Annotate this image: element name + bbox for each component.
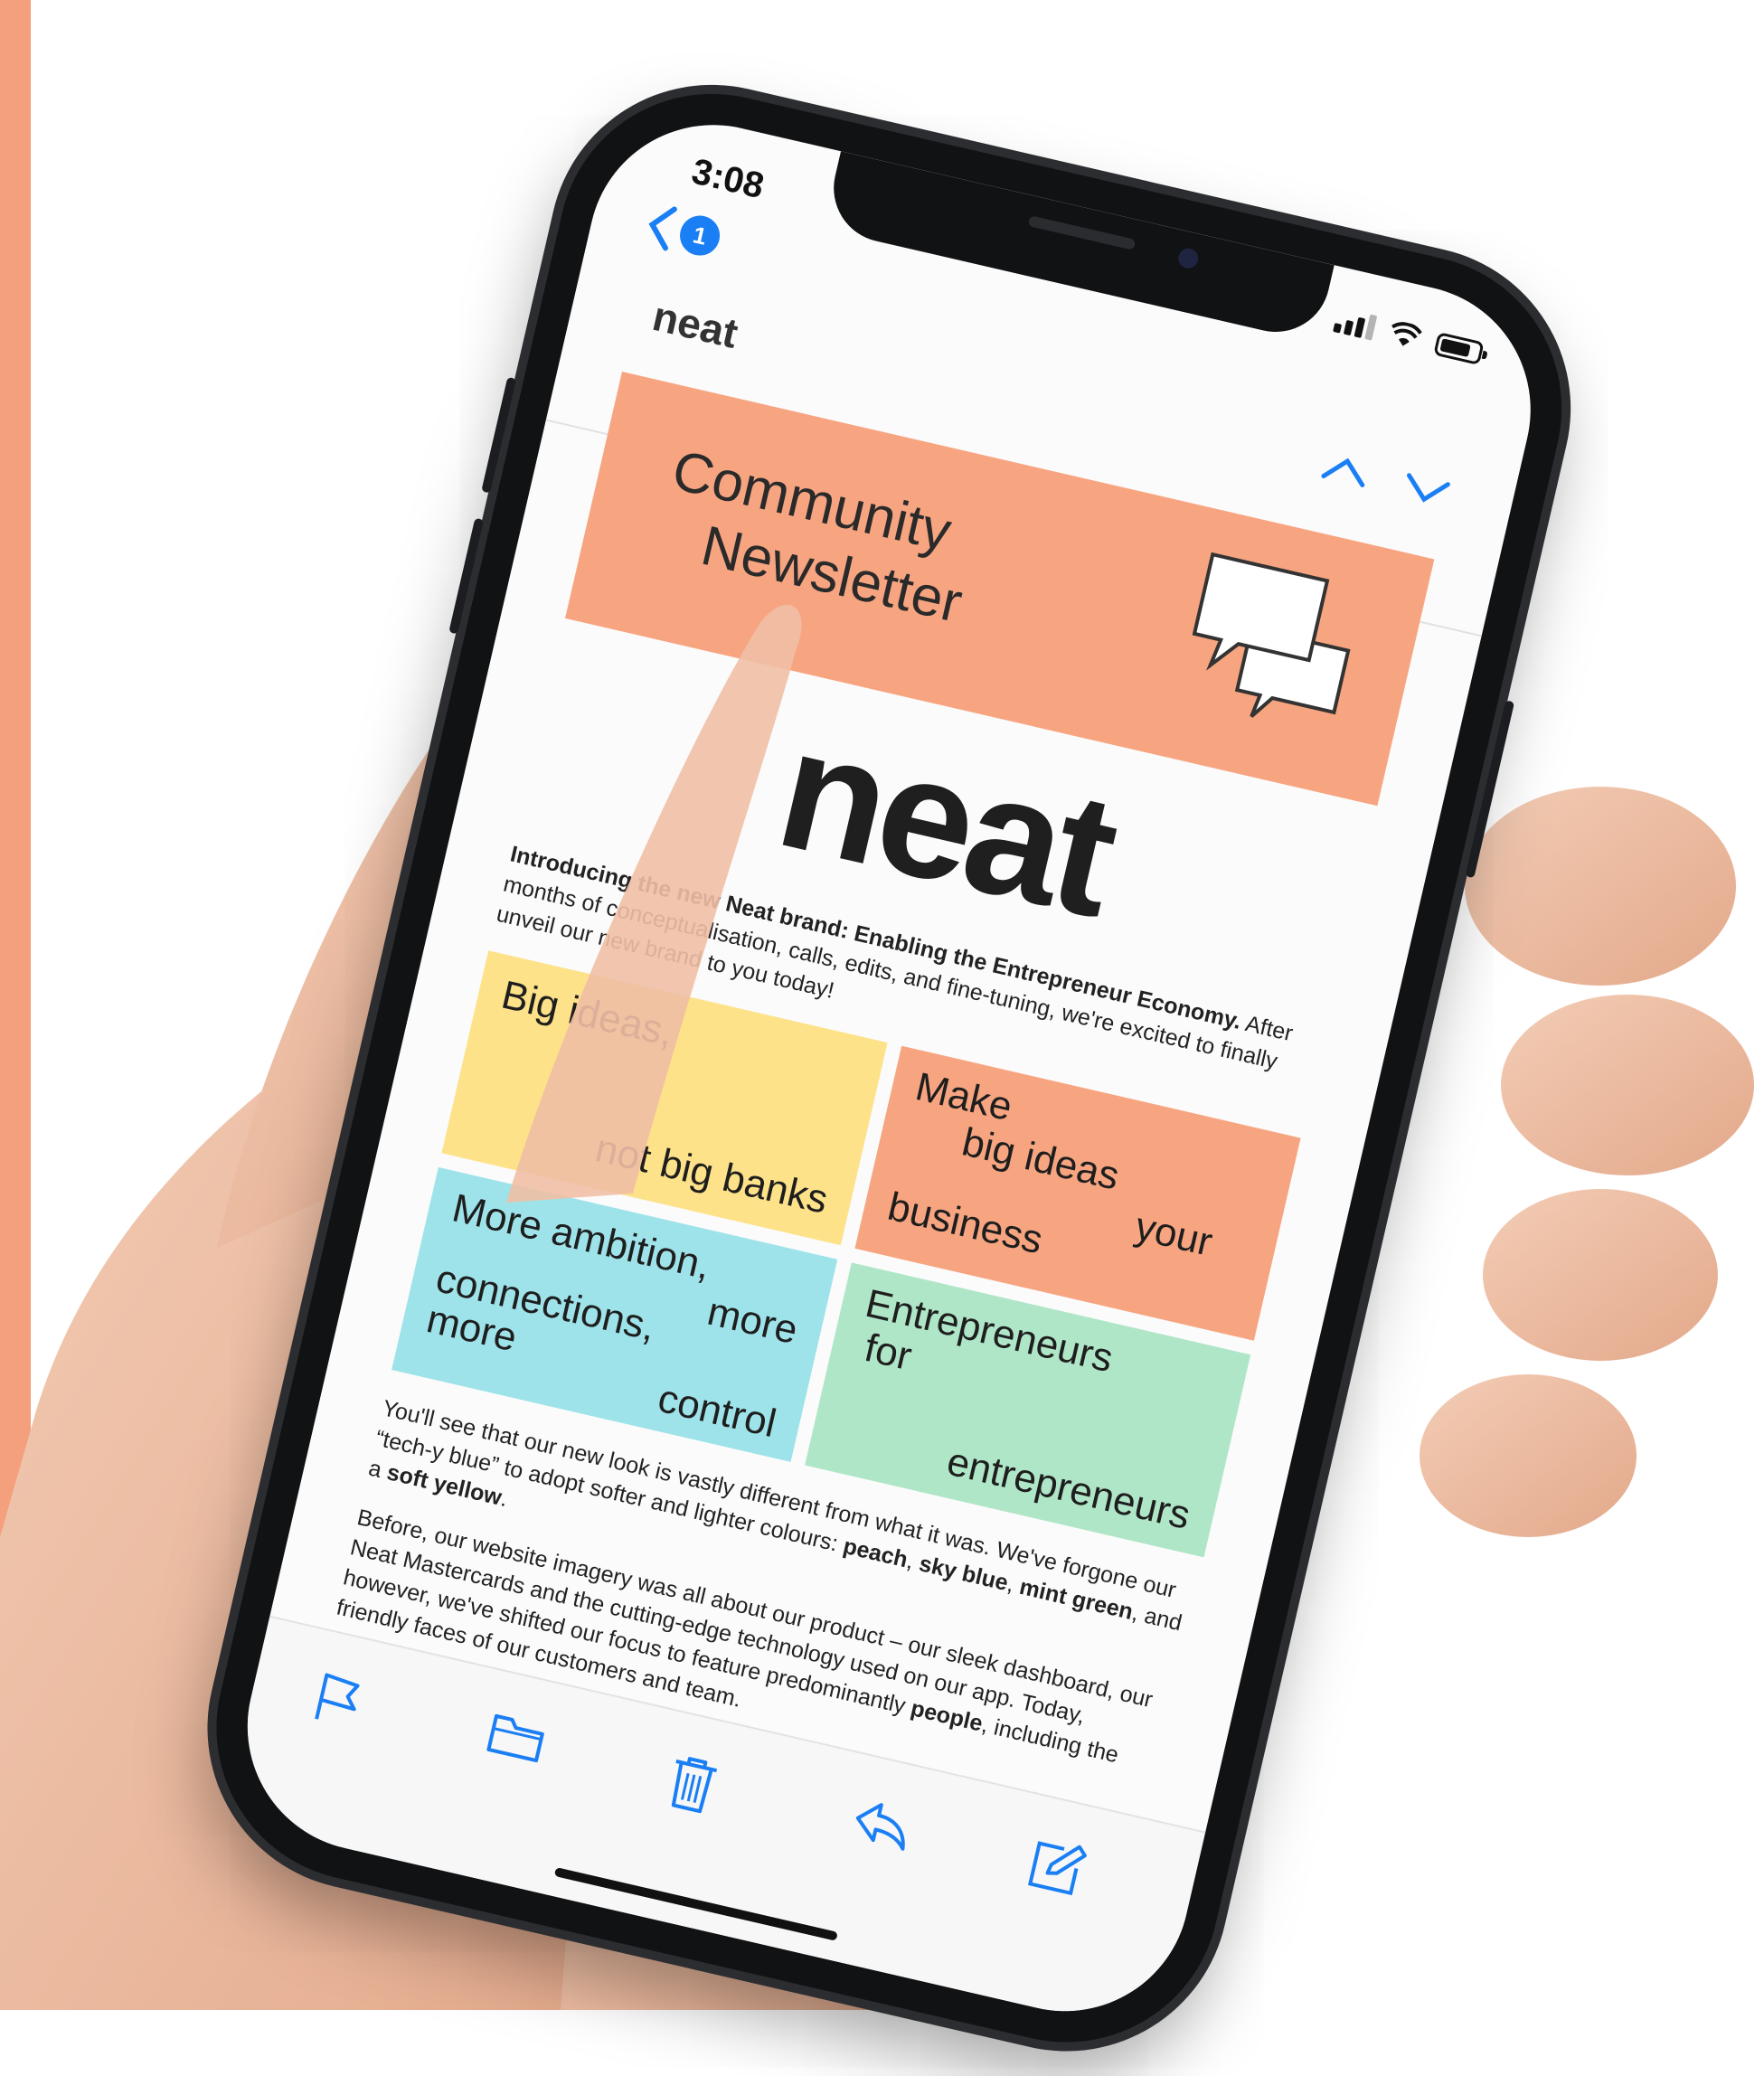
battery-icon [1433, 332, 1485, 366]
message-arrows [1319, 452, 1452, 508]
tile-green-line-3: entrepreneurs [942, 1439, 1194, 1538]
tile-peach-line-1: Make [911, 1064, 1016, 1130]
tile-peach-line-3: your [1130, 1203, 1217, 1265]
back-button[interactable]: 1 [642, 201, 725, 263]
tile-peach-line-2: big ideas [957, 1119, 1124, 1199]
phone: 3:08 1 neat Community Newsletter neat In… [185, 63, 1593, 2073]
accent-bar [0, 0, 31, 2010]
volume-down-button [448, 517, 485, 635]
trash-icon[interactable] [662, 1751, 722, 1817]
sender-name: neat [648, 291, 743, 357]
unread-badge: 1 [675, 212, 724, 260]
volume-up-button [481, 376, 517, 494]
wifi-icon [1391, 322, 1422, 346]
tile-peach-line-4: business [883, 1184, 1047, 1263]
flag-icon[interactable] [311, 1670, 366, 1730]
status-time: 3:08 [688, 151, 768, 207]
speaker [1027, 215, 1137, 250]
banner-title: Community Newsletter [651, 438, 983, 637]
signal-icon [1333, 307, 1378, 341]
status-icons [1333, 307, 1485, 366]
reply-icon[interactable] [849, 1794, 916, 1853]
tile-yellow-line-1: Big ideas, [497, 972, 678, 1055]
tile-green-line-2: for [860, 1325, 916, 1380]
chevron-down-icon[interactable] [1401, 471, 1452, 508]
home-indicator [553, 1867, 838, 1941]
speech-bubbles-icon [1192, 552, 1351, 718]
tile-blue-line-5: control [654, 1375, 780, 1447]
tile-yellow-line-2: not big banks [590, 1126, 833, 1222]
chevron-up-icon[interactable] [1319, 452, 1371, 489]
chevron-left-icon [648, 206, 677, 251]
compose-icon[interactable] [1023, 1835, 1089, 1900]
email-body: Community Newsletter neat Introducing th… [329, 372, 1435, 1828]
phone-screen: 3:08 1 neat Community Newsletter neat In… [222, 99, 1556, 2036]
tile-blue-line-2: more [703, 1288, 802, 1354]
folder-icon[interactable] [484, 1710, 549, 1767]
power-button [1465, 700, 1515, 879]
front-camera [1176, 246, 1201, 270]
